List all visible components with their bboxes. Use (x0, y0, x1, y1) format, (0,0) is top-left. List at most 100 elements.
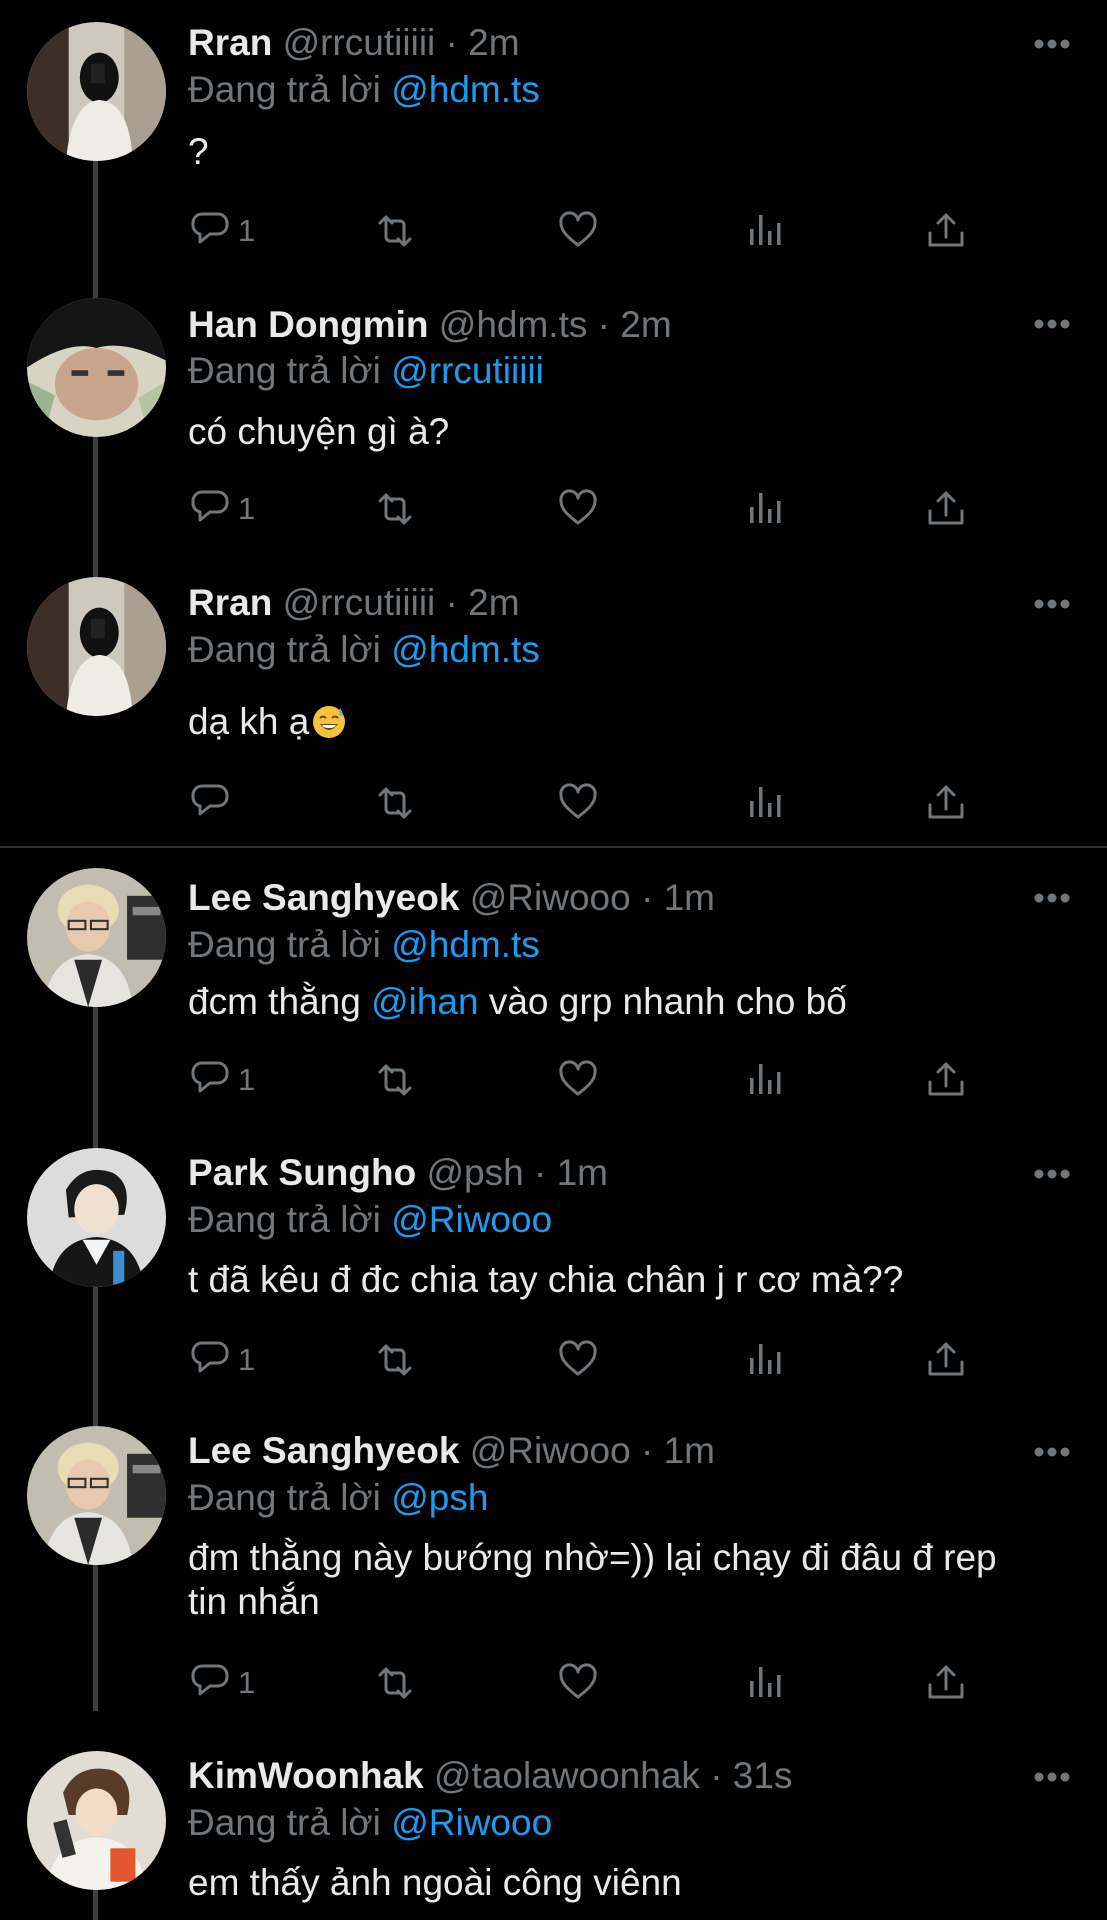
retweet-button[interactable] (372, 778, 416, 828)
timestamp[interactable]: 2m (468, 22, 519, 63)
replying-to: Đang trả lời @Riwooo (188, 1800, 552, 1846)
author-handle[interactable]: @rrcutiiiii (283, 22, 436, 63)
more-icon[interactable] (1033, 318, 1071, 330)
retweet-button[interactable] (372, 206, 416, 256)
share-button[interactable] (924, 206, 968, 256)
share-button[interactable] (924, 1335, 968, 1385)
like-button[interactable] (556, 778, 600, 828)
avatar[interactable] (27, 22, 166, 161)
avatar[interactable] (27, 1148, 166, 1287)
share-button[interactable] (924, 1658, 968, 1708)
reply-prefix: Đang trả lời (188, 69, 381, 110)
author-name[interactable]: Rran (188, 582, 272, 623)
tweet[interactable]: KimWoonhak @taolawoonhak · 31s Đang trả … (0, 1733, 1107, 1920)
more-icon[interactable] (1033, 1771, 1071, 1783)
tweet-text-content: đcm thằng (188, 981, 361, 1022)
views-button[interactable] (742, 1335, 786, 1385)
avatar[interactable] (27, 577, 166, 716)
avatar[interactable] (27, 298, 166, 437)
retweet-button[interactable] (372, 1335, 416, 1385)
reply-button[interactable]: 1 (188, 206, 255, 256)
avatar[interactable] (27, 1751, 166, 1890)
timestamp[interactable]: 2m (468, 582, 519, 623)
action-bar: 1 (188, 1658, 988, 1708)
reply-to-mention[interactable]: @psh (391, 1477, 488, 1518)
reply-to-mention[interactable]: @hdm.ts (391, 924, 540, 965)
like-button[interactable] (556, 1658, 600, 1708)
views-button[interactable] (742, 1658, 786, 1708)
reply-button[interactable] (188, 778, 232, 828)
views-button[interactable] (742, 1055, 786, 1105)
reply-to-mention[interactable]: @hdm.ts (391, 69, 540, 110)
author-handle[interactable]: @Riwooo (470, 1430, 631, 1471)
like-button[interactable] (556, 484, 600, 534)
author-handle[interactable]: @taolawoonhak (434, 1755, 700, 1796)
author-handle[interactable]: @hdm.ts (439, 304, 588, 345)
more-icon[interactable] (1033, 892, 1071, 904)
reply-to-mention[interactable]: @hdm.ts (391, 629, 540, 670)
timestamp[interactable]: 31s (733, 1755, 793, 1796)
author-name[interactable]: Han Dongmin (188, 304, 428, 345)
tweet-text: đcm thằng @ihan vào grp nhanh cho bố (188, 980, 1068, 1024)
tweet[interactable]: Rran @rrcutiiiii · 2m Đang trả lời @hdm.… (0, 0, 1107, 280)
retweet-button[interactable] (372, 1055, 416, 1105)
tweet[interactable]: Lee Sanghyeok @Riwooo · 1m Đang trả lời … (0, 850, 1107, 1130)
avatar[interactable] (27, 1426, 166, 1565)
reply-to-mention[interactable]: @rrcutiiiii (391, 350, 544, 391)
timestamp[interactable]: 2m (620, 304, 671, 345)
inline-mention[interactable]: @ihan (371, 981, 479, 1022)
reply-button[interactable]: 1 (188, 484, 255, 534)
author-name[interactable]: Lee Sanghyeok (188, 1430, 459, 1471)
more-icon[interactable] (1033, 1446, 1071, 1458)
like-icon (559, 1340, 597, 1376)
more-icon[interactable] (1033, 38, 1071, 50)
like-button[interactable] (556, 1055, 600, 1105)
retweet-button[interactable] (372, 484, 416, 534)
reply-button[interactable]: 1 (188, 1658, 255, 1708)
reply-count: 1 (238, 491, 256, 526)
reply-to-mention[interactable]: @Riwooo (391, 1802, 552, 1843)
author-handle[interactable]: @rrcutiiiii (283, 582, 436, 623)
tweet-text: có chuyện gì à? (188, 411, 450, 452)
retweet-button[interactable] (372, 1658, 416, 1708)
views-button[interactable] (742, 206, 786, 256)
author-name[interactable]: KimWoonhak (188, 1755, 424, 1796)
avatar[interactable] (27, 868, 166, 1007)
author-name[interactable]: Lee Sanghyeok (188, 877, 459, 918)
timestamp[interactable]: 1m (664, 877, 715, 918)
tweet[interactable]: Han Dongmin @hdm.ts · 2m Đang trả lời @r… (0, 280, 1107, 560)
tweet[interactable]: Park Sungho @psh · 1m Đang trả lời @Riwo… (0, 1130, 1107, 1408)
reply-count: 1 (238, 1062, 256, 1097)
author-name[interactable]: Park Sungho (188, 1152, 416, 1193)
reply-prefix: Đang trả lời (188, 1477, 381, 1518)
reply-to-mention[interactable]: @Riwooo (391, 1199, 552, 1240)
share-button[interactable] (924, 778, 968, 828)
like-button[interactable] (556, 1335, 600, 1385)
more-icon[interactable] (1033, 598, 1071, 610)
reply-button[interactable]: 1 (188, 1055, 255, 1105)
author-handle[interactable]: @psh (426, 1152, 523, 1193)
reply-button[interactable]: 1 (188, 1335, 255, 1385)
share-icon (928, 491, 964, 525)
like-button[interactable] (556, 206, 600, 256)
more-icon[interactable] (1033, 1168, 1071, 1180)
separator-dot: · (445, 582, 458, 623)
tweet[interactable]: Lee Sanghyeok @Riwooo · 1m Đang trả lời … (0, 1408, 1107, 1733)
views-button[interactable] (742, 484, 786, 534)
separator-dot: · (533, 1152, 547, 1193)
action-bar: 1 (188, 206, 988, 256)
author-handle[interactable]: @Riwooo (470, 877, 631, 918)
replying-to: Đang trả lời @hdm.ts (188, 627, 540, 673)
like-icon (559, 211, 597, 247)
author-name[interactable]: Rran (188, 22, 272, 63)
like-icon (559, 1060, 597, 1096)
share-button[interactable] (924, 1055, 968, 1105)
timestamp[interactable]: 1m (557, 1152, 608, 1193)
views-button[interactable] (742, 778, 786, 828)
timestamp[interactable]: 1m (664, 1430, 715, 1471)
tweet[interactable]: Rran @rrcutiiiii · 2m Đang trả lời @hdm.… (0, 560, 1107, 844)
action-bar: 1 (188, 1335, 988, 1385)
tweet-text: đm thằng này bướng nhờ=)) lại chạy đi đâ… (188, 1536, 1068, 1624)
share-button[interactable] (924, 484, 968, 534)
views-icon (750, 215, 781, 245)
